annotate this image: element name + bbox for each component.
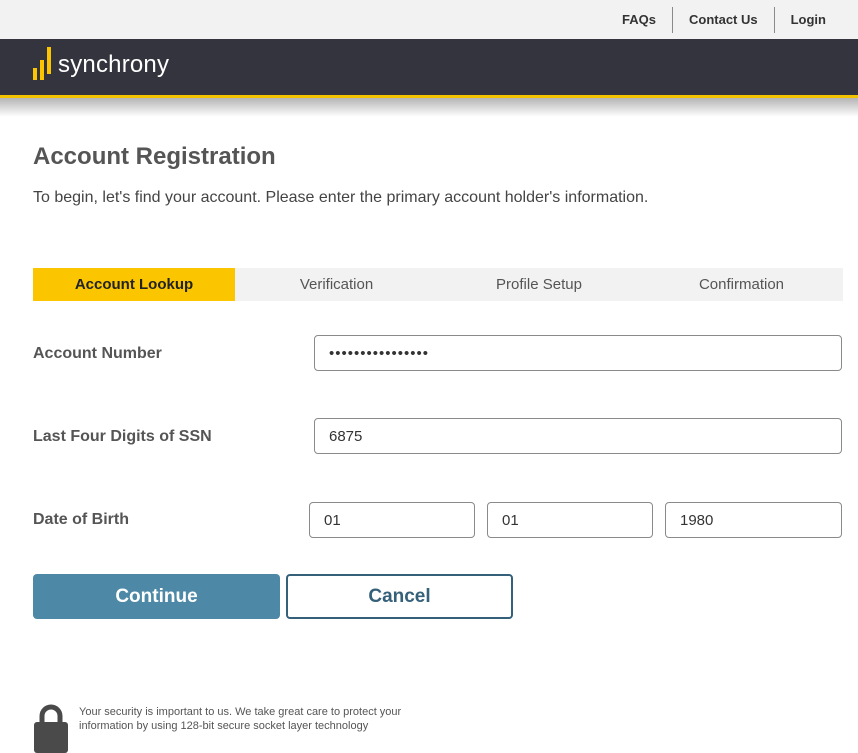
step-confirmation: Confirmation bbox=[698, 276, 785, 293]
utility-bar: FAQs Contact Us Login bbox=[0, 0, 858, 39]
security-notice: Your security is important to us. We tak… bbox=[79, 706, 402, 732]
dob-label: Date of Birth bbox=[33, 511, 129, 528]
ssn-field[interactable] bbox=[314, 418, 842, 454]
page-title: Account Registration bbox=[33, 143, 276, 170]
cancel-button[interactable]: Cancel bbox=[286, 574, 513, 619]
dob-day-field[interactable] bbox=[487, 502, 653, 538]
step-profile-setup: Profile Setup bbox=[496, 276, 582, 293]
synchrony-logo[interactable]: synchrony bbox=[33, 47, 170, 80]
brand-name: synchrony bbox=[58, 51, 170, 78]
step-verification: Verification bbox=[299, 276, 374, 293]
utility-links: FAQs Contact Us Login bbox=[606, 0, 838, 39]
step-account-lookup: Account Lookup bbox=[33, 268, 235, 301]
account-number-field[interactable] bbox=[314, 335, 842, 371]
lock-icon bbox=[34, 704, 68, 753]
contact-us-link[interactable]: Contact Us bbox=[671, 6, 774, 33]
page-intro: To begin, let's find your account. Pleas… bbox=[33, 189, 649, 206]
dob-month-field[interactable] bbox=[309, 502, 475, 538]
header-shadow bbox=[0, 98, 858, 120]
ssn-label: Last Four Digits of SSN bbox=[33, 428, 212, 445]
header-accent-line bbox=[0, 95, 858, 98]
faqs-link[interactable]: FAQs bbox=[606, 7, 672, 33]
account-number-label: Account Number bbox=[33, 345, 162, 362]
continue-button[interactable]: Continue bbox=[33, 574, 280, 619]
dob-year-field[interactable] bbox=[665, 502, 842, 538]
logo-bars-icon bbox=[33, 47, 51, 80]
progress-steps: Account Lookup Verification Profile Setu… bbox=[33, 268, 843, 301]
login-link[interactable]: Login bbox=[773, 6, 838, 33]
